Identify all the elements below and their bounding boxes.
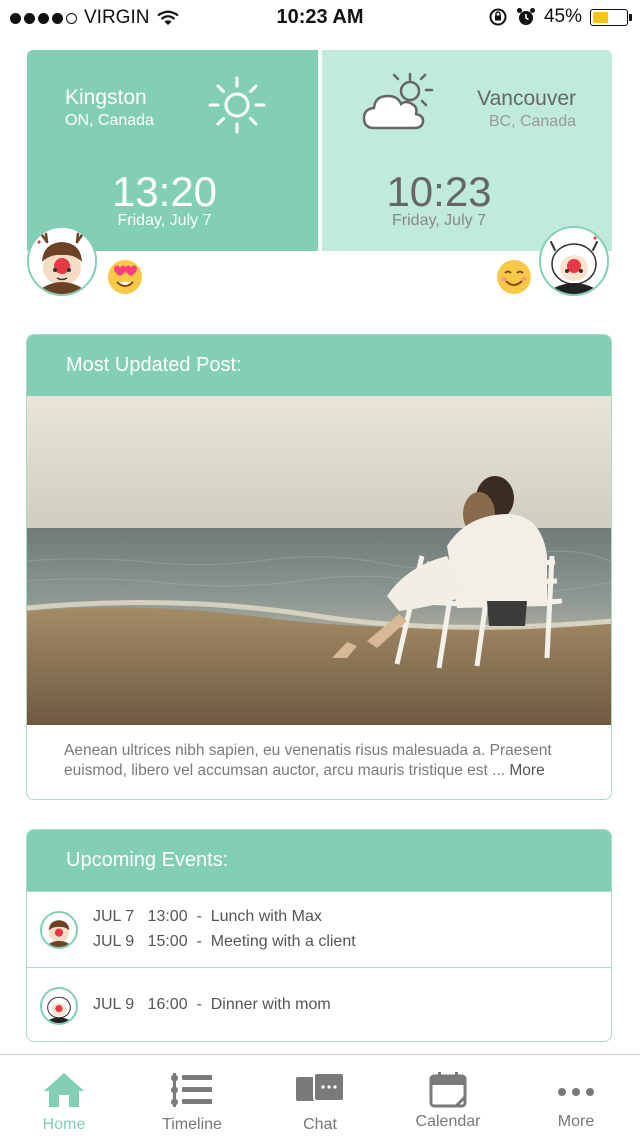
- local-date: Friday, July 7: [392, 212, 486, 229]
- battery-icon: [590, 8, 632, 26]
- upcoming-events-card: Upcoming Events: JUL 7 13:00 - Lunch wit…: [26, 829, 612, 1042]
- tab-label: More: [557, 1113, 595, 1130]
- post-excerpt: Aenean ultrices nibh sapien, eu venenati…: [64, 741, 584, 781]
- post-excerpt-text: Aenean ultrices nibh sapien, eu venenati…: [64, 742, 552, 779]
- tab-chat[interactable]: Chat: [256, 1055, 384, 1140]
- weather-card-vancouver[interactable]: Vancouver BC, Canada 10:23 Friday, July …: [322, 50, 612, 251]
- post-card-header: Most Updated Post:: [27, 335, 611, 396]
- event-title: Meeting with a client: [210, 933, 356, 950]
- status-bar: VIRGIN 10:23 AM 45%: [0, 0, 640, 36]
- sun-icon: [208, 76, 266, 134]
- event-group[interactable]: JUL 7 13:00 - Lunch with Max JUL 9 15:00…: [27, 891, 611, 967]
- tab-bar: Home Timeline Chat Calendar More: [0, 1054, 640, 1140]
- partly-cloudy-icon: [362, 72, 434, 130]
- heart-eyes-emoji-icon: [108, 260, 142, 294]
- more-link[interactable]: More: [509, 762, 544, 779]
- city-region: BC, Canada: [488, 113, 576, 130]
- event-date: JUL 7: [93, 908, 135, 925]
- boy-avatar: [40, 911, 78, 949]
- tab-home[interactable]: Home: [0, 1055, 128, 1140]
- girl-avatar[interactable]: [539, 226, 609, 296]
- rotation-lock-icon: [487, 8, 507, 26]
- event-title: Dinner with mom: [210, 996, 331, 1013]
- event-date: JUL 9: [93, 996, 135, 1013]
- chat-icon: [296, 1072, 345, 1102]
- list-icon: [171, 1073, 212, 1107]
- tab-label: Chat: [303, 1116, 337, 1133]
- tab-label: Timeline: [162, 1116, 222, 1133]
- event-time: 15:00: [147, 933, 188, 950]
- event-date: JUL 9: [93, 933, 135, 950]
- tab-label: Calendar: [415, 1113, 481, 1130]
- city-name: Kingston: [65, 86, 147, 109]
- city-region: ON, Canada: [65, 112, 154, 129]
- most-updated-post-card[interactable]: Most Updated Post: Aenean ultrices nibh …: [26, 334, 612, 800]
- event-item[interactable]: JUL 9 15:00 - Meeting with a client: [93, 933, 356, 951]
- battery-percent: 45%: [543, 6, 582, 27]
- post-photo[interactable]: [27, 396, 612, 725]
- events-card-header: Upcoming Events:: [27, 830, 611, 891]
- event-title: Lunch with Max: [210, 908, 322, 925]
- tab-timeline[interactable]: Timeline: [128, 1055, 256, 1140]
- event-item[interactable]: JUL 7 13:00 - Lunch with Max: [93, 908, 322, 926]
- tab-more[interactable]: More: [512, 1055, 640, 1140]
- event-item[interactable]: JUL 9 16:00 - Dinner with mom: [93, 996, 331, 1014]
- event-time: 16:00: [147, 996, 188, 1013]
- smiling-emoji-icon: [497, 260, 531, 294]
- more-icon: [558, 1088, 594, 1096]
- boy-avatar[interactable]: [27, 226, 97, 296]
- weather-card-kingston[interactable]: Kingston ON, Canada 13:20 Friday, July 7: [27, 50, 318, 251]
- tab-calendar[interactable]: Calendar: [384, 1055, 512, 1140]
- local-time: 13:20: [111, 168, 218, 215]
- tab-label: Home: [42, 1116, 86, 1133]
- local-time: 10:23: [386, 168, 492, 215]
- status-right: 45%: [487, 6, 632, 28]
- city-name: Vancouver: [477, 87, 576, 110]
- home-icon: [44, 1073, 84, 1107]
- event-time: 13:00: [147, 908, 188, 925]
- alarm-icon: [516, 8, 535, 25]
- girl-avatar: [40, 987, 78, 1025]
- calendar-icon: [429, 1072, 467, 1108]
- event-group[interactable]: JUL 9 16:00 - Dinner with mom: [27, 967, 611, 1041]
